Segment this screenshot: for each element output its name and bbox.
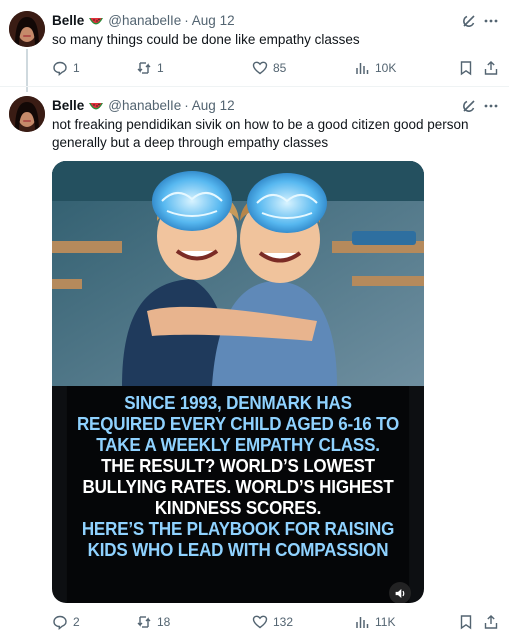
caption-line: TAKE A WEEKLY EMPATHY CLASS. (96, 434, 380, 455)
avatar[interactable] (9, 96, 45, 132)
share-icon[interactable] (483, 612, 499, 632)
heart-icon (252, 615, 268, 629)
like-button[interactable]: 132 (252, 612, 293, 632)
mute-toggle[interactable] (389, 582, 411, 603)
repost-button[interactable]: 18 (136, 612, 170, 632)
tweet-date[interactable]: Aug 12 (192, 98, 235, 113)
repost-icon (137, 616, 151, 628)
like-count: 132 (273, 615, 294, 629)
user-handle[interactable]: @hanabelIe (108, 98, 181, 113)
reply-icon (53, 615, 67, 630)
photo-two-boys-hugging (52, 161, 424, 386)
tweet-2[interactable]: Belle @hanabelIe · Aug 12 not freaking p… (0, 0, 509, 632)
view-count: 11K (375, 615, 396, 629)
bookmark-icon[interactable] (458, 612, 474, 632)
caption-line: BULLYING RATES. WORLD’S HIGHEST (82, 476, 394, 497)
repost-count: 18 (157, 615, 171, 629)
reply-count: 2 (73, 615, 80, 629)
speaker-icon (395, 588, 404, 598)
tweet-media[interactable]: SINCE 1993, DENMARK HAS REQUIRED EVERY C… (52, 161, 424, 603)
caption-line: THE RESULT? WORLD’S LOWEST (101, 455, 375, 476)
tweet-text: not freaking pendidikan sivik on how to … (52, 117, 469, 150)
caption-line: REQUIRED EVERY CHILD AGED 6-16 TO (76, 413, 400, 434)
views-icon (356, 617, 369, 628)
display-name[interactable]: Belle (52, 98, 84, 113)
reply-button[interactable]: 2 (52, 612, 80, 632)
grok-icon[interactable] (461, 98, 477, 114)
caption-line: KINDNESS SCORES. (154, 497, 322, 518)
more-options-icon[interactable] (483, 98, 499, 114)
watermelon-icon (88, 100, 104, 110)
image-caption: SINCE 1993, DENMARK HAS REQUIRED EVERY C… (66, 386, 410, 603)
separator-dot: · (184, 97, 189, 113)
caption-line: SINCE 1993, DENMARK HAS (124, 392, 352, 413)
views-button[interactable]: 11K (354, 612, 395, 632)
caption-line: HERE’S THE PLAYBOOK FOR RAISING (81, 518, 395, 539)
caption-line: KIDS WHO LEAD WITH COMPASSION (87, 539, 389, 560)
tweet-actions: 2 18 132 11K (52, 612, 502, 632)
tweet-header: Belle @hanabelIe · Aug 12 (52, 96, 235, 114)
